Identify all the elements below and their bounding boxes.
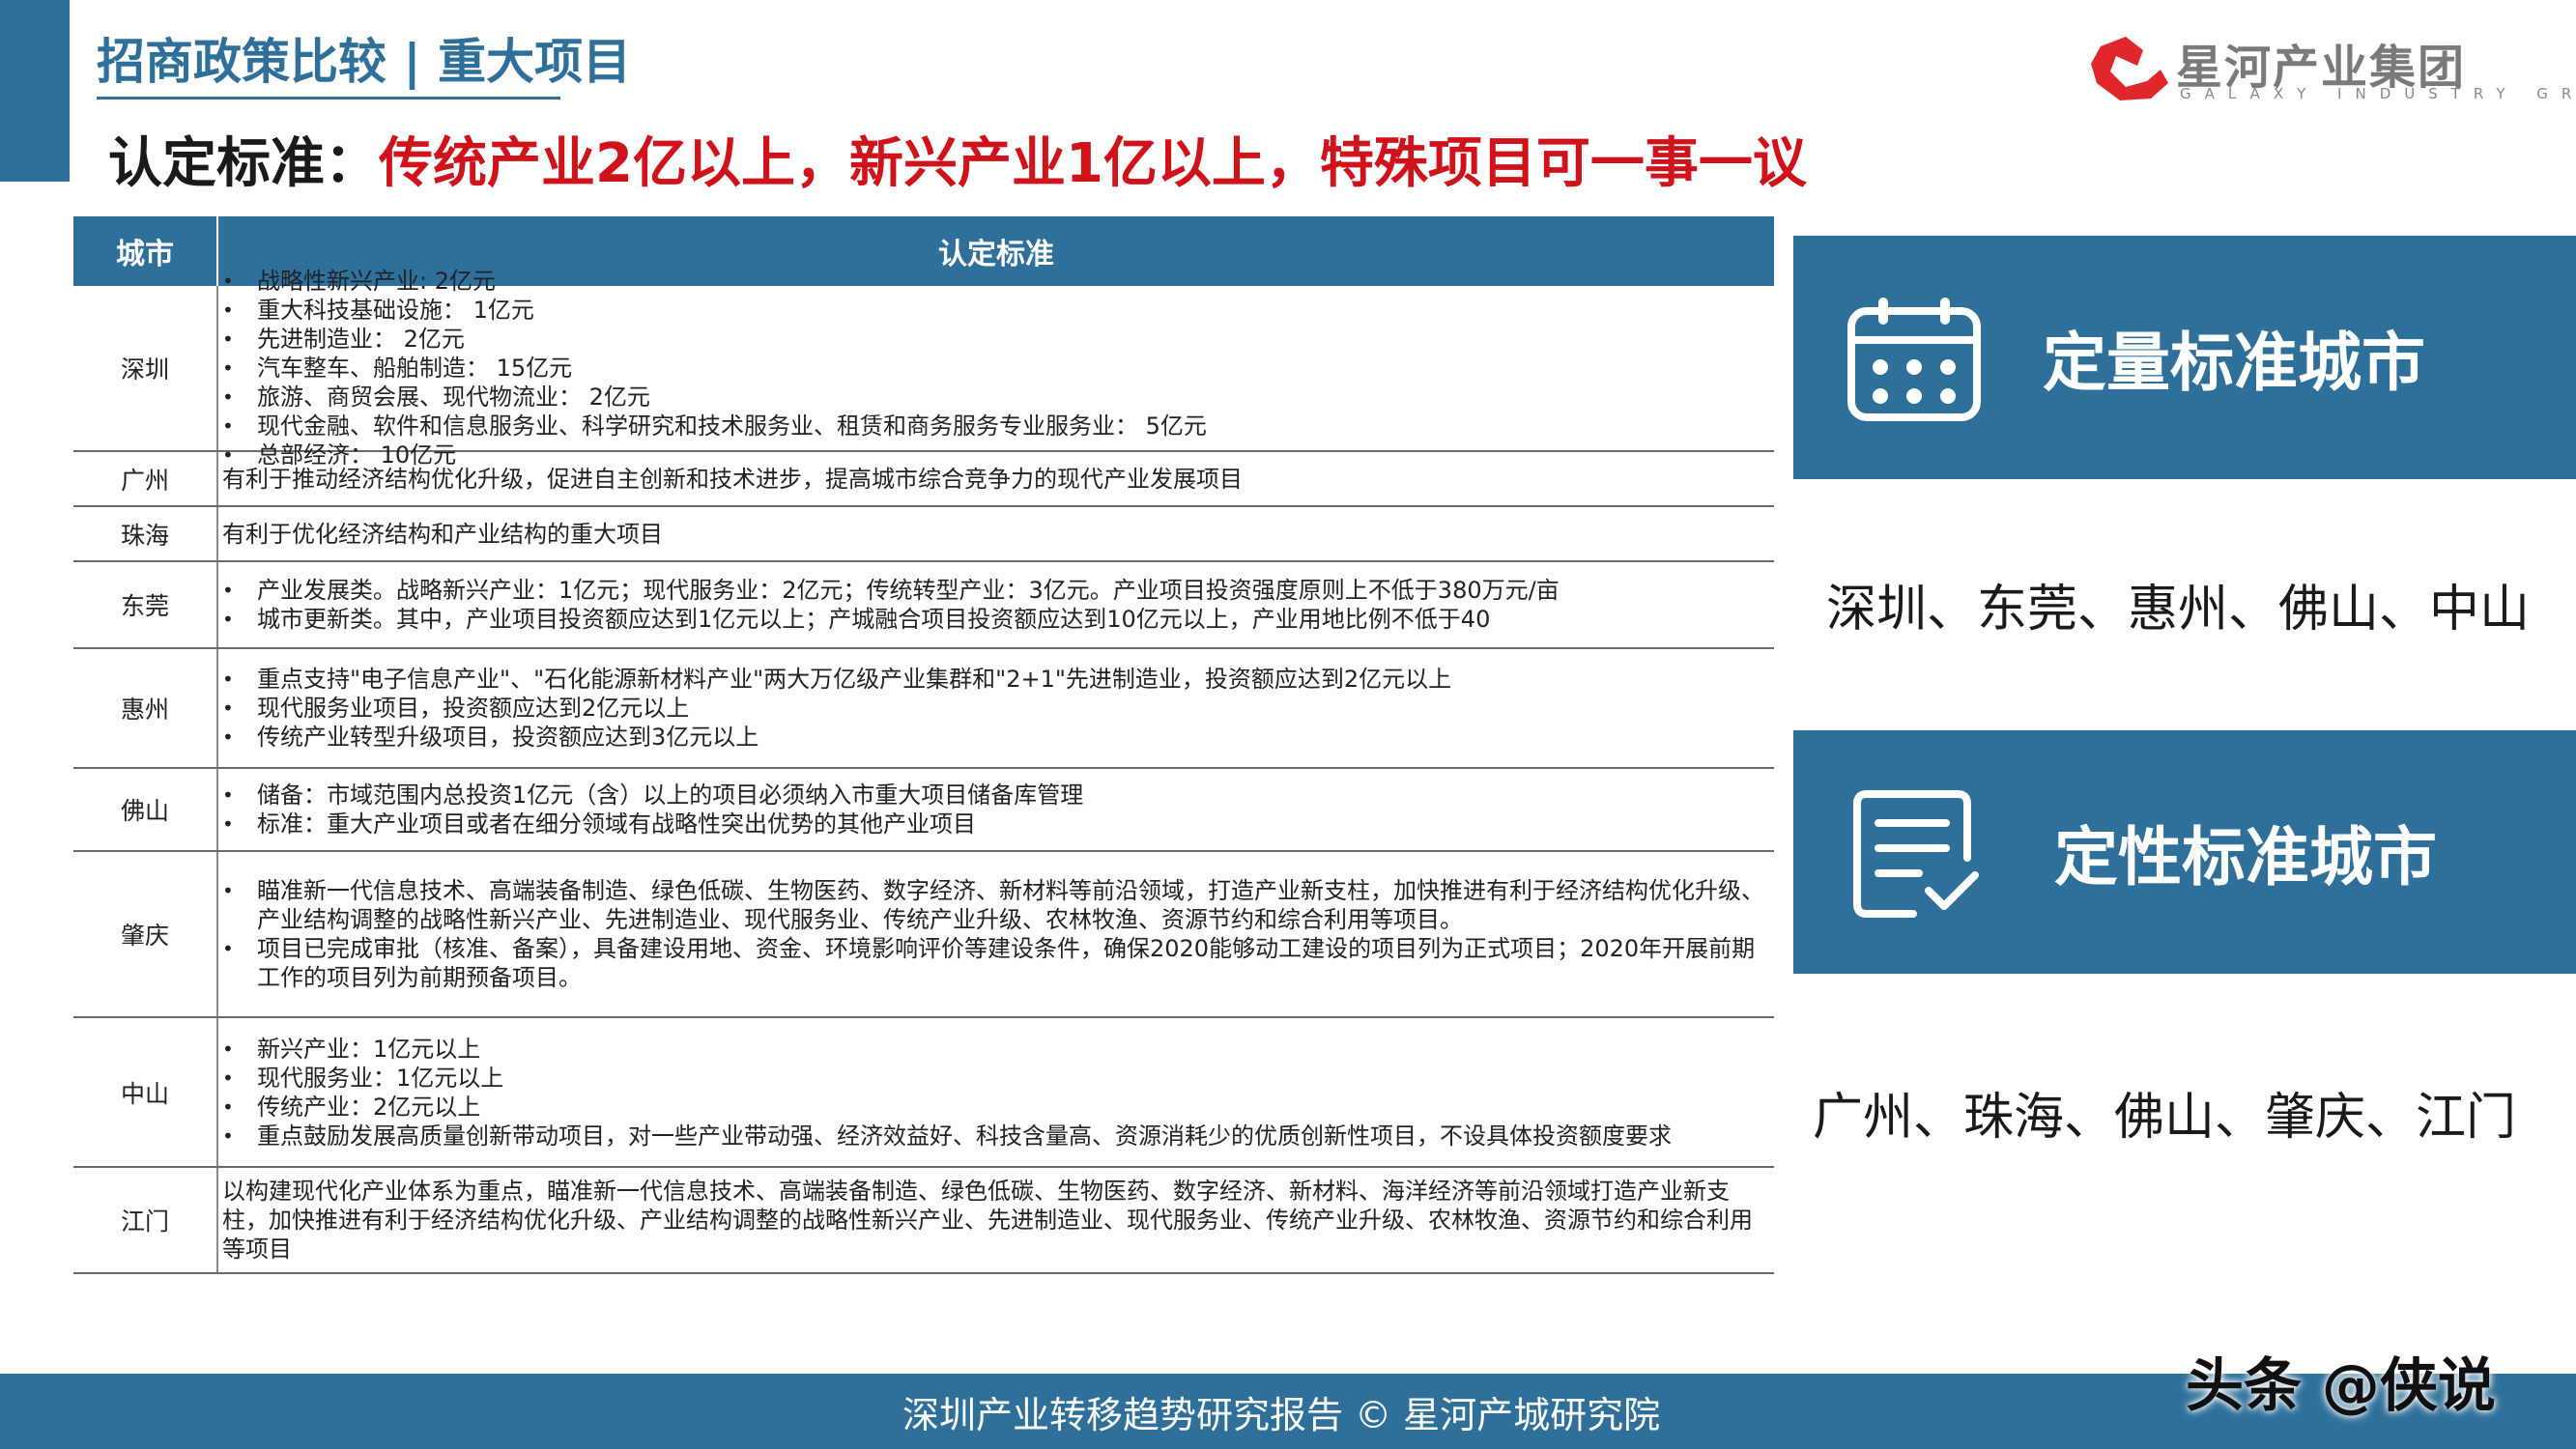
table-row: 东莞 产业发展类。战略新兴产业：1亿元；现代服务业：2亿元；传统转型产业：3亿元… xyxy=(73,562,1774,649)
criteria-cell: 储备：市域范围内总投资1亿元（含）以上的项目必须纳入市重大项目储备库管理 标准：… xyxy=(218,769,1774,850)
criteria-item: 战略性新兴产业: 2亿元 xyxy=(222,267,1774,296)
city-cell: 惠州 xyxy=(73,649,218,767)
table-row: 惠州 重点支持"电子信息产业"、"石化能源新材料产业"两大万亿级产业集群和"2+… xyxy=(73,649,1774,769)
city-cell: 佛山 xyxy=(73,769,218,850)
table-row: 中山 新兴产业：1亿元以上 现代服务业：1亿元以上 传统产业：2亿元以上 重点鼓… xyxy=(73,1018,1774,1168)
city-cell: 东莞 xyxy=(73,562,218,647)
logo-hexagon-icon xyxy=(2091,37,2168,100)
criteria-cell: 有利于优化经济结构和产业结构的重大项目 xyxy=(218,507,1774,560)
headline: 认定标准：传统产业2亿以上，新兴产业1亿以上，特殊项目可一事一议 xyxy=(108,120,1807,198)
criteria-cell: 重点支持"电子信息产业"、"石化能源新材料产业"两大万亿级产业集群和"2+1"先… xyxy=(218,649,1774,767)
criteria-item: 旅游、商贸会展、现代物流业： 2亿元 xyxy=(222,383,1774,412)
watermark-tag: 头条 @侠说 xyxy=(2186,1352,2496,1420)
criteria-cell: 战略性新兴产业: 2亿元 重大科技基础设施： 1亿元 先进制造业： 2亿元 汽车… xyxy=(218,267,1774,469)
criteria-item: 城市更新类。其中，产业项目投资额应达到1亿元以上；产城融合项目投资额应达到10亿… xyxy=(222,605,1774,634)
table-row: 珠海 有利于优化经济结构和产业结构的重大项目 xyxy=(73,507,1774,562)
city-cell: 肇庆 xyxy=(73,852,218,1016)
criteria-item: 现代金融、软件和信息服务业、科学研究和技术服务业、租赁和商务服务专业服务业： 5… xyxy=(222,412,1774,440)
criteria-cell: 新兴产业：1亿元以上 现代服务业：1亿元以上 传统产业：2亿元以上 重点鼓励发展… xyxy=(218,1018,1774,1166)
table-row: 江门 以构建现代化产业体系为重点，瞄准新一代信息技术、高端装备制造、绿色低碳、生… xyxy=(73,1168,1774,1274)
criteria-table: 城市 认定标准 深圳 战略性新兴产业: 2亿元 重大科技基础设施： 1亿元 先进… xyxy=(73,216,1774,1274)
criteria-item: 传统产业：2亿元以上 xyxy=(222,1093,1774,1122)
criteria-text: 有利于优化经济结构和产业结构的重大项目 xyxy=(222,520,663,548)
city-cell: 深圳 xyxy=(73,286,218,450)
criteria-cell: 产业发展类。战略新兴产业：1亿元；现代服务业：2亿元；传统转型产业：3亿元。产业… xyxy=(218,562,1774,647)
city-cell: 广州 xyxy=(73,452,218,505)
criteria-item: 现代服务业项目，投资额应达到2亿元以上 xyxy=(222,694,1774,723)
footer-text: 深圳产业转移趋势研究报告 © 星河产城研究院 xyxy=(902,1393,1661,1436)
criteria-item: 重点支持"电子信息产业"、"石化能源新材料产业"两大万亿级产业集群和"2+1"先… xyxy=(222,665,1774,694)
criteria-item: 重大科技基础设施： 1亿元 xyxy=(222,296,1774,325)
criteria-item: 重点鼓励发展高质量创新带动项目，对一些产业带动强、经济效益好、科技含量高、资源消… xyxy=(222,1122,1774,1151)
city-cell: 中山 xyxy=(73,1018,218,1166)
criteria-text: 以构建现代化产业体系为重点，瞄准新一代信息技术、高端装备制造、绿色低碳、生物医药… xyxy=(222,1178,1753,1263)
panel-title: 定量标准城市 xyxy=(2043,326,2425,400)
document-check-icon xyxy=(1853,790,1979,918)
criteria-item: 总部经济： 10亿元 xyxy=(222,440,1774,469)
criteria-cell: 瞄准新一代信息技术、高端装备制造、绿色低碳、生物医药、数字经济、新材料等前沿领域… xyxy=(218,852,1774,1016)
logo-subtitle: GALAXY INDUSTRY GROUP xyxy=(2180,85,2576,102)
city-cell: 江门 xyxy=(73,1168,218,1272)
section-title: 招商政策比较 | 重大项目 xyxy=(97,34,632,90)
criteria-item: 新兴产业：1亿元以上 xyxy=(222,1035,1774,1064)
criteria-item: 产业发展类。战略新兴产业：1亿元；现代服务业：2亿元；传统转型产业：3亿元。产业… xyxy=(222,576,1774,605)
headline-prefix: 认定标准： xyxy=(108,132,379,195)
table-row: 佛山 储备：市域范围内总投资1亿元（含）以上的项目必须纳入市重大项目储备库管理 … xyxy=(73,769,1774,852)
quantitative-cities: 深圳、东莞、惠州、佛山、中山 xyxy=(1826,581,2531,639)
quantitative-panel: 定量标准城市 xyxy=(1793,236,2576,479)
criteria-item: 传统产业转型升级项目，投资额应达到3亿元以上 xyxy=(222,723,1774,752)
panel-title: 定性标准城市 xyxy=(2054,820,2437,895)
criteria-cell: 以构建现代化产业体系为重点，瞄准新一代信息技术、高端装备制造、绿色低碳、生物医药… xyxy=(218,1168,1774,1272)
criteria-item: 储备：市域范围内总投资1亿元（含）以上的项目必须纳入市重大项目储备库管理 xyxy=(222,781,1774,810)
qualitative-panel: 定性标准城市 xyxy=(1793,730,2576,974)
left-accent-bar xyxy=(0,0,70,182)
city-cell: 珠海 xyxy=(73,507,218,560)
calendar-icon xyxy=(1847,298,1981,421)
table-row: 肇庆 瞄准新一代信息技术、高端装备制造、绿色低碳、生物医药、数字经济、新材料等前… xyxy=(73,852,1774,1018)
header-city: 城市 xyxy=(73,216,218,286)
criteria-item: 标准：重大产业项目或者在细分领域有战略性突出优势的其他产业项目 xyxy=(222,810,1774,838)
criteria-item: 项目已完成审批（核准、备案），具备建设用地、资金、环境影响评价等建设条件，确保2… xyxy=(222,934,1774,992)
title-underline xyxy=(97,97,560,99)
criteria-item: 现代服务业：1亿元以上 xyxy=(222,1064,1774,1093)
criteria-item: 先进制造业： 2亿元 xyxy=(222,325,1774,354)
company-logo: 星河产业集团 GALAXY INDUSTRY GROUP xyxy=(2087,29,2576,116)
criteria-item: 瞄准新一代信息技术、高端装备制造、绿色低碳、生物医药、数字经济、新材料等前沿领域… xyxy=(222,876,1774,934)
headline-highlight: 传统产业2亿以上，新兴产业1亿以上，特殊项目可一事一议 xyxy=(379,132,1807,195)
qualitative-cities: 广州、珠海、佛山、肇庆、江门 xyxy=(1813,1089,2517,1147)
table-row: 深圳 战略性新兴产业: 2亿元 重大科技基础设施： 1亿元 先进制造业： 2亿元… xyxy=(73,267,1774,469)
criteria-item: 汽车整车、船舶制造： 15亿元 xyxy=(222,354,1774,383)
